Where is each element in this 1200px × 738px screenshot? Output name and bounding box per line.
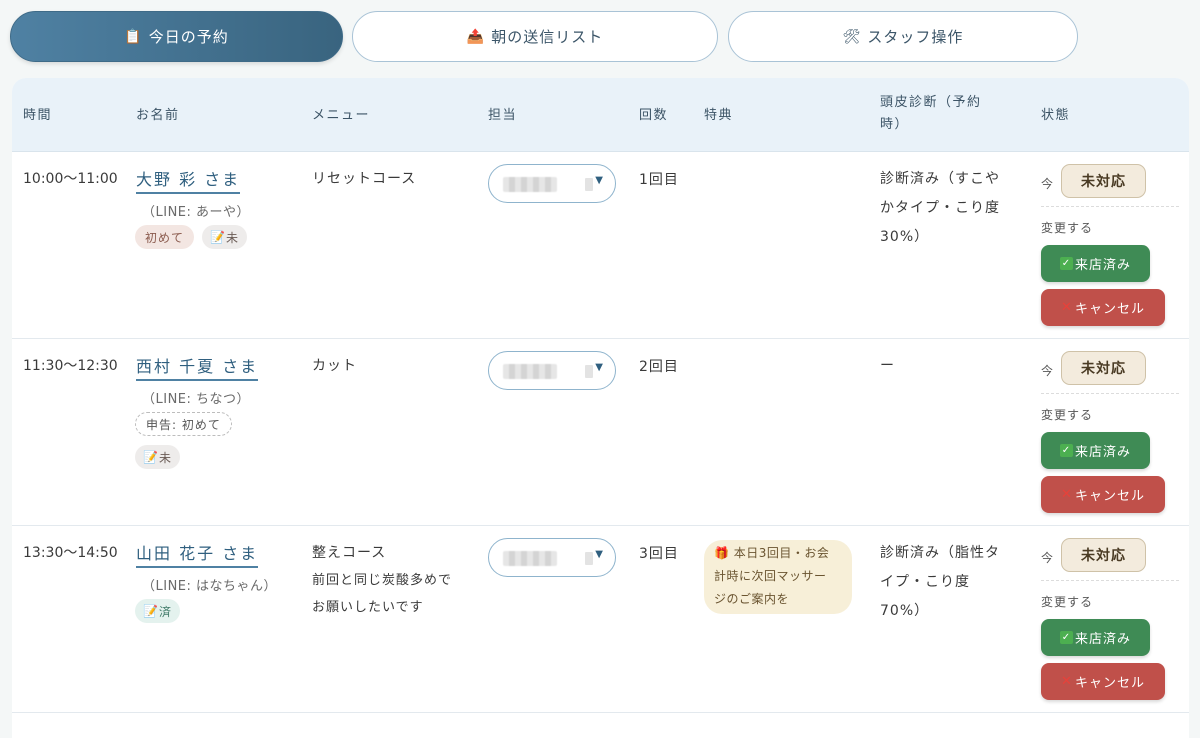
table-header: 時間 お名前 メニュー 担当 回数 特典 頭皮診断（予約 時） 状態 [12,78,1189,152]
customer-request-note: 前回と同じ炭酸多めで お願いしたいです [312,573,453,615]
mark-visited-button[interactable]: ✓ 来店済み [1041,245,1150,282]
clipboard-icon: 📋 [124,28,143,45]
cancel-button[interactable]: ✕ キャンセル [1041,663,1165,700]
staff-select[interactable]: ▼ [488,538,616,577]
change-label: 変更する [1041,408,1094,422]
mark-visited-button[interactable]: ✓ 来店済み [1041,432,1150,469]
reservation-time: 10:00〜11:00 [23,171,118,187]
table-row: 13:30〜14:50 山田 花子 さま （LINE: はなちゃん） 📝 済 整え… [12,526,1189,713]
current-status-label: 今 [1041,551,1054,565]
line-nickname: （LINE: はなちゃん） [142,579,278,594]
change-label: 変更する [1041,595,1094,609]
check-icon: ✓ [1059,631,1073,644]
header-count: 回数 [639,108,669,123]
scalp-diagnosis: 診断済み（脂性タ イプ・こり度 70%） [880,545,1000,619]
tab-staff-operations[interactable]: 🛠 スタッフ操作 [728,11,1078,62]
divider [1041,580,1179,581]
chevron-down-icon: ▼ [595,175,603,186]
header-menu: メニュー [312,108,371,123]
divider [1041,393,1179,394]
tab-today-reservations[interactable]: 📋 今日の予約 [10,11,343,62]
customer-name-link[interactable]: 西村 千夏 さま [136,356,259,381]
line-nickname: （LINE: ちなつ） [142,392,251,407]
current-status-label: 今 [1041,364,1054,378]
header-diagnosis: 頭皮診断（予約 時） [880,95,982,132]
cross-icon: ✕ [1061,487,1073,502]
reservation-time: 13:30〜14:50 [23,545,118,561]
memo-status-tag: 📝 未 [202,225,247,249]
staff-select[interactable]: ▼ [488,351,616,390]
first-visit-tag: 初めて [135,225,195,249]
tab-label: 今日の予約 [148,28,229,46]
status-badge: 未対応 [1061,538,1146,572]
scalp-diagnosis: 診断済み（すこや かタイプ・こり度 30%） [880,171,1000,245]
customer-name-link[interactable]: 山田 花子 さま [136,543,259,568]
cross-icon: ✕ [1061,300,1073,315]
view-tabs: 📋 今日の予約 📤 朝の送信リスト 🛠 スタッフ操作 [10,11,1080,62]
reservations-table: 時間 お名前 メニュー 担当 回数 特典 頭皮診断（予約 時） 状態 10:00… [12,78,1189,738]
reservation-time: 11:30〜12:30 [23,358,118,374]
check-icon: ✓ [1059,444,1073,457]
header-name: お名前 [136,108,180,123]
change-label: 変更する [1041,221,1094,235]
current-status-label: 今 [1041,177,1054,191]
status-badge: 未対応 [1061,351,1146,385]
memo-status-tag: 📝 済 [135,599,180,623]
header-staff: 担当 [488,108,518,123]
table-row: 10:00〜11:00 大野 彩 さま （LINE: あーや） 初めて 📝 未 リ… [12,152,1189,339]
perk-note: 🎁 本日3回目・お会 計時に次回マッサー ジのご案内を [704,540,852,614]
gift-icon: 🎁 [714,546,730,560]
visit-count: 2回目 [639,359,679,375]
tab-label: スタッフ操作 [867,28,964,46]
cancel-button[interactable]: ✕ キャンセル [1041,289,1165,326]
visit-count: 1回目 [639,172,679,188]
visit-count: 3回目 [639,546,679,562]
check-icon: ✓ [1059,257,1073,270]
menu-name: カット [312,358,357,374]
outbox-icon: 📤 [466,28,486,45]
menu-name: リセットコース [312,171,417,187]
chevron-down-icon: ▼ [595,362,603,373]
header-perk: 特典 [704,108,734,123]
declared-first-visit-tag: 申告: 初めて [135,412,232,436]
chevron-down-icon: ▼ [595,549,603,560]
memo-icon: 📝 [143,450,159,464]
memo-status-tag: 📝 未 [135,445,180,469]
table-row: 11:30〜12:30 西村 千夏 さま （LINE: ちなつ） 申告: 初めて… [12,339,1189,526]
memo-icon: 📝 [210,230,226,244]
menu-name: 整えコース [312,545,387,561]
tab-morning-send-list[interactable]: 📤 朝の送信リスト [352,11,718,62]
staff-select[interactable]: ▼ [488,164,616,203]
divider [1041,206,1179,207]
cancel-button[interactable]: ✕ キャンセル [1041,476,1165,513]
mark-visited-button[interactable]: ✓ 来店済み [1041,619,1150,656]
header-status: 状態 [1041,108,1071,123]
customer-name-link[interactable]: 大野 彩 さま [136,169,241,194]
tools-icon: 🛠 [842,28,862,45]
header-time: 時間 [23,108,53,123]
line-nickname: （LINE: あーや） [142,205,251,220]
scalp-diagnosis: ー [880,358,895,374]
cross-icon: ✕ [1061,674,1073,689]
tab-label: 朝の送信リスト [491,28,604,46]
status-badge: 未対応 [1061,164,1146,198]
memo-icon: 📝 [143,604,159,618]
